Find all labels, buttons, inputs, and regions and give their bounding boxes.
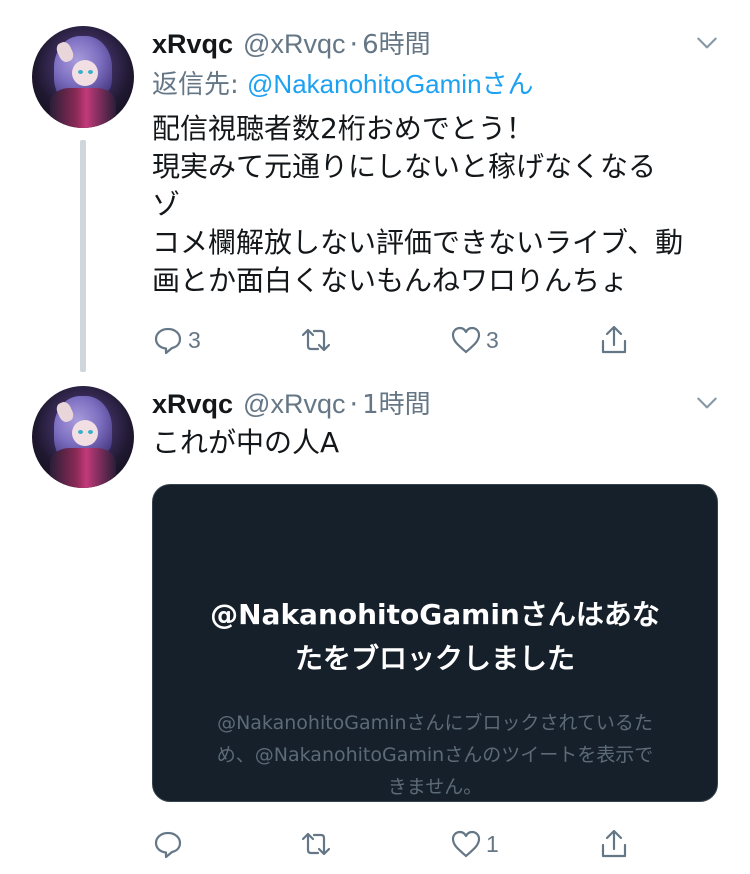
reply-context: 返信先: @NakanohitoGaminさん <box>152 64 534 101</box>
retweet-icon <box>301 328 331 352</box>
reply-count: 3 <box>188 326 201 353</box>
separator: · <box>349 29 359 60</box>
tweet-actions: 3 3 <box>152 320 652 360</box>
thread-line <box>80 140 86 372</box>
like-button[interactable]: 1 <box>450 824 499 864</box>
like-icon <box>451 830 481 858</box>
like-button[interactable]: 3 <box>450 320 499 360</box>
tweet-header: xRvqc @xRvqc · 6時間 <box>152 24 431 61</box>
share-button[interactable] <box>598 320 630 360</box>
username[interactable]: @xRvqc <box>243 29 345 60</box>
avatar[interactable] <box>32 386 134 488</box>
timestamp[interactable]: 1時間 <box>362 384 431 421</box>
like-count: 3 <box>486 326 499 353</box>
retweet-button[interactable] <box>300 824 336 864</box>
like-icon <box>451 326 481 354</box>
share-icon <box>601 325 627 354</box>
reply-prefix: 返信先: <box>152 70 248 100</box>
tweet-text: これが中の人A <box>152 426 340 459</box>
display-name[interactable]: xRvqc <box>152 29 233 60</box>
retweet-icon <box>301 832 331 856</box>
tweet-header: xRvqc @xRvqc · 1時間 <box>152 384 431 421</box>
username[interactable]: @xRvqc <box>243 389 345 420</box>
blocked-title: @NakanohitoGaminさんはあな たをブロックしました <box>210 598 660 675</box>
blocked-quote-card[interactable]: @NakanohitoGaminさんはあな たをブロックしました @Nakano… <box>152 484 718 802</box>
separator: · <box>349 389 359 420</box>
chevron-down-icon[interactable] <box>694 30 720 56</box>
timestamp[interactable]: 6時間 <box>362 24 431 61</box>
share-icon <box>601 829 627 858</box>
blocked-subtitle: @NakanohitoGaminさんにブロックされているた め、@Nakanoh… <box>216 712 654 798</box>
reply-button[interactable] <box>152 824 188 864</box>
tweet-actions: 1 <box>152 824 652 864</box>
display-name[interactable]: xRvqc <box>152 389 233 420</box>
reply-button[interactable]: 3 <box>152 320 201 360</box>
reply-mention-link[interactable]: @NakanohitoGaminさん <box>247 69 534 99</box>
like-count: 1 <box>486 830 499 857</box>
avatar[interactable] <box>32 26 134 128</box>
tweet-text: 配信視聴者数2桁おめでとう！ 現実みて元通りにしないと稼げなくなる ゾ コメ欄解… <box>152 112 684 297</box>
retweet-button[interactable] <box>300 320 336 360</box>
share-button[interactable] <box>598 824 630 864</box>
reply-icon <box>154 327 182 355</box>
reply-icon <box>154 831 182 859</box>
chevron-down-icon[interactable] <box>694 390 720 416</box>
